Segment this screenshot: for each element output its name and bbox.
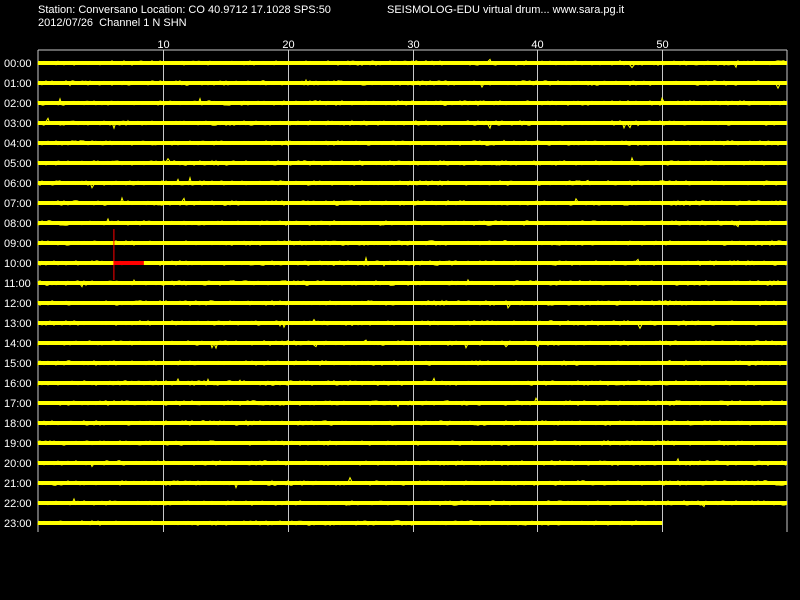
x-tick-label: 10 (157, 39, 169, 51)
hour-row-label: 04:00 (4, 138, 32, 150)
hour-row-label: 05:00 (4, 158, 32, 170)
hour-row-label: 06:00 (4, 178, 32, 190)
hour-row-label: 21:00 (4, 478, 32, 490)
hour-row-label: 01:00 (4, 78, 32, 90)
hour-row-label: 13:00 (4, 318, 32, 330)
hour-row-label: 00:00 (4, 58, 32, 70)
x-tick-label: 20 (282, 39, 294, 51)
hour-row-label: 20:00 (4, 458, 32, 470)
event-marker-horizontal (113, 261, 144, 265)
seismogram-drum-view: Station: Conversano Location: CO 40.9712… (0, 0, 800, 600)
hour-row-label: 10:00 (4, 258, 32, 270)
hour-row-label: 08:00 (4, 218, 32, 230)
hour-row-label: 07:00 (4, 198, 32, 210)
hour-row-label: 17:00 (4, 398, 32, 410)
seismic-trace (37, 476, 787, 490)
hour-row-label: 19:00 (4, 438, 32, 450)
x-tick-label: 30 (407, 39, 419, 51)
hour-row-label: 23:00 (4, 518, 32, 530)
hour-row-label: 02:00 (4, 98, 32, 110)
hour-row-label: 18:00 (4, 418, 32, 430)
seismogram-plot: 10 20 30 40 50 00:00 01:00 02:00 03:00 04:00 05:00… (4, 39, 788, 532)
x-tick-label: 40 (531, 39, 543, 51)
hour-row-label: 16:00 (4, 378, 32, 390)
hour-row-label: 22:00 (4, 498, 32, 510)
x-tick-label: 50 (656, 39, 668, 51)
hour-row-label: 03:00 (4, 118, 32, 130)
hour-row-label: 11:00 (4, 278, 31, 290)
hour-row-label: 15:00 (4, 358, 32, 370)
hour-row-label: 14:00 (4, 338, 32, 350)
hour-row-label: 09:00 (4, 238, 32, 250)
hour-row-label: 12:00 (4, 298, 32, 310)
